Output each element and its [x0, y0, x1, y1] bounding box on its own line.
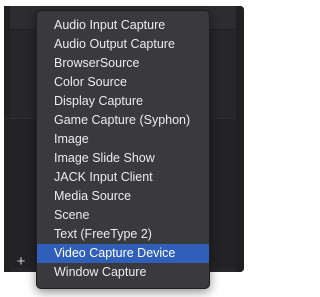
- menu-item-game-capture-syphon[interactable]: Game Capture (Syphon): [37, 111, 209, 130]
- menu-item-jack-input-client[interactable]: JACK Input Client: [37, 168, 209, 187]
- menu-item-audio-output-capture[interactable]: Audio Output Capture: [37, 35, 209, 54]
- menu-item-scene[interactable]: Scene: [37, 206, 209, 225]
- menu-item-image[interactable]: Image: [37, 130, 209, 149]
- add-source-menu: Audio Input Capture Audio Output Capture…: [36, 10, 210, 289]
- menu-item-image-slide-show[interactable]: Image Slide Show: [37, 149, 209, 168]
- menu-item-color-source[interactable]: Color Source: [37, 73, 209, 92]
- menu-item-media-source[interactable]: Media Source: [37, 187, 209, 206]
- add-icon: +: [16, 252, 26, 270]
- add-source-button[interactable]: +: [12, 252, 30, 270]
- menu-item-browser-source[interactable]: BrowserSource: [37, 54, 209, 73]
- menu-item-text-freetype2[interactable]: Text (FreeType 2): [37, 225, 209, 244]
- menu-item-audio-input-capture[interactable]: Audio Input Capture: [37, 16, 209, 35]
- menu-item-display-capture[interactable]: Display Capture: [37, 92, 209, 111]
- menu-item-window-capture[interactable]: Window Capture: [37, 263, 209, 282]
- menu-item-video-capture-device[interactable]: Video Capture Device: [37, 244, 209, 263]
- screenshot-root: + −: [0, 0, 250, 297]
- panel-right-edge: [236, 6, 244, 272]
